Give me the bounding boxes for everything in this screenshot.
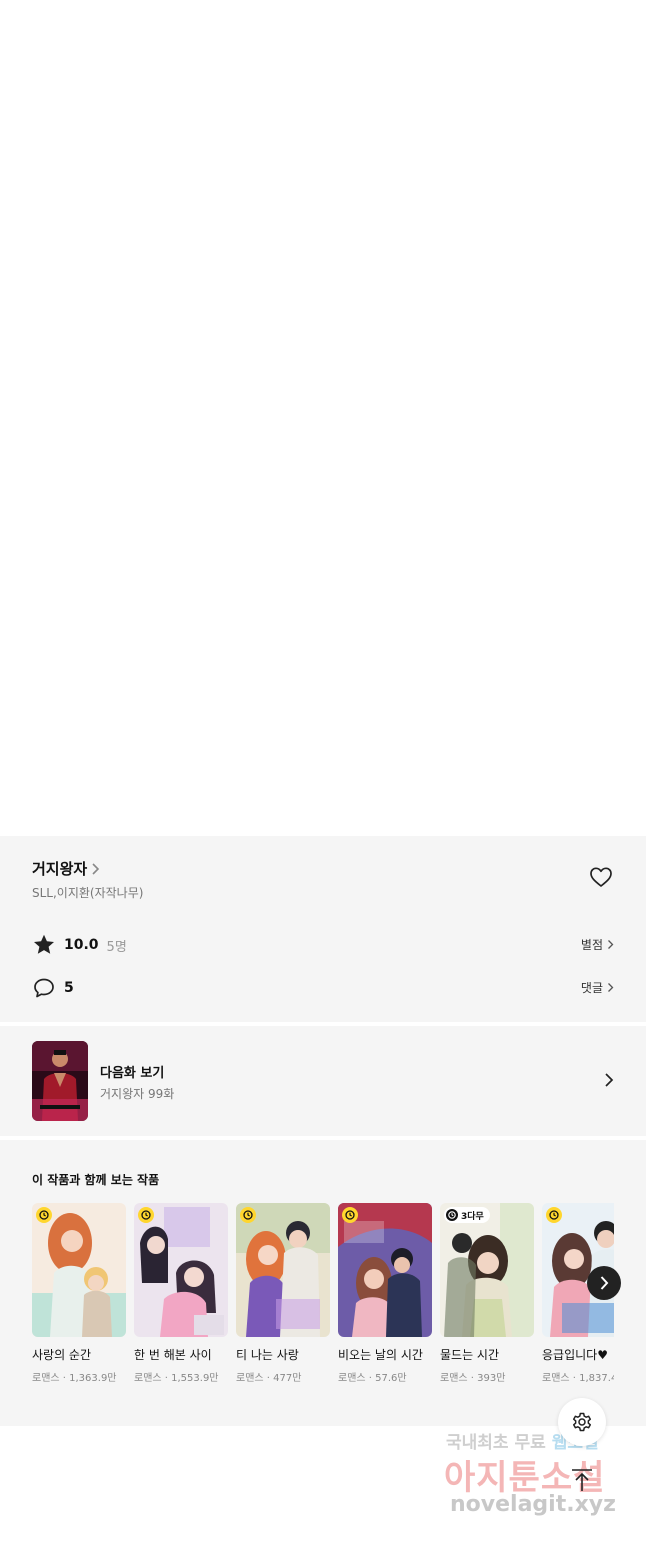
site-watermark: 국내최초 무료 웹소설 아지툰소설 novelagit.xyz — [440, 1428, 630, 1528]
waitfree-badge-label: 3다무 — [461, 1211, 484, 1222]
gear-icon — [572, 1412, 592, 1432]
recommendation-title: 응급입니다♥ — [542, 1348, 608, 1362]
episode-content-area — [0, 0, 646, 836]
next-episode-row[interactable]: 다음화 보기 거지왕자 99화 — [0, 1026, 646, 1136]
recommendations-heading: 이 작품과 함께 보는 작품 — [32, 1173, 160, 1187]
settings-button[interactable] — [558, 1398, 606, 1446]
rating-link-label: 별점 — [580, 938, 603, 952]
chevron-right-icon — [608, 940, 614, 949]
comments-link-label: 댓글 — [580, 981, 603, 995]
work-title: 거지왕자 — [32, 860, 88, 878]
clock-icon — [342, 1207, 358, 1223]
watermark-url: novelagit.xyz — [450, 1492, 616, 1517]
rating-score: 10.0 — [64, 937, 99, 953]
recommendation-cover — [134, 1203, 228, 1337]
clock-icon — [138, 1207, 154, 1223]
clock-icon — [446, 1209, 458, 1221]
recommendation-card[interactable]: 비오는 날의 시간 로맨스 · 57.6만 — [338, 1203, 432, 1384]
recommendation-meta: 로맨스 · 393만 — [440, 1373, 506, 1384]
comments-row: 5 댓글 — [32, 975, 614, 1001]
work-info-panel: 거지왕자 SLL,이지환(자작나무) 10.0 5명 별점 5 댓글 — [0, 836, 646, 1022]
chevron-right-icon — [608, 983, 614, 992]
rating-count: 5명 — [106, 939, 127, 955]
star-icon — [34, 934, 54, 954]
chevron-right-icon — [605, 1073, 614, 1087]
recommendation-title: 티 나는 사랑 — [236, 1348, 299, 1362]
recommendation-cover: 3다무 — [440, 1203, 534, 1337]
recommendation-meta: 로맨스 · 57.6만 — [338, 1373, 407, 1384]
speech-bubble-icon — [34, 978, 54, 998]
recommendation-title: 한 번 해본 사이 — [134, 1348, 212, 1362]
recommendation-title: 사랑의 순간 — [32, 1348, 92, 1362]
heart-outline-icon[interactable] — [589, 866, 613, 888]
next-episode-label: 다음화 보기 — [100, 1066, 165, 1081]
chevron-right-icon — [600, 1276, 609, 1290]
recommendations-section: 이 작품과 함께 보는 작품 사랑의 순간 로맨스 · 1,363.9만 한 번… — [0, 1140, 646, 1426]
chevron-right-icon — [92, 862, 100, 875]
arrow-up-to-top-icon — [572, 1469, 592, 1491]
waitfree-badge: 3다무 — [444, 1207, 490, 1223]
next-episode-thumbnail — [32, 1041, 88, 1121]
recommendation-cover — [338, 1203, 432, 1337]
clock-icon — [36, 1207, 52, 1223]
recommendation-card[interactable]: 한 번 해본 사이 로맨스 · 1,553.9만 — [134, 1203, 228, 1384]
carousel-next-button[interactable] — [587, 1266, 621, 1300]
clock-icon — [240, 1207, 256, 1223]
recommendation-cover — [32, 1203, 126, 1337]
recommendation-title: 물드는 시간 — [440, 1348, 500, 1362]
recommendations-carousel[interactable]: 사랑의 순간 로맨스 · 1,363.9만 한 번 해본 사이 로맨스 · 1,… — [32, 1203, 614, 1393]
recommendation-card[interactable]: 티 나는 사랑 로맨스 · 477만 — [236, 1203, 330, 1384]
recommendation-meta: 로맨스 · 1,363.9만 — [32, 1373, 117, 1384]
recommendation-title: 비오는 날의 시간 — [338, 1348, 423, 1362]
rating-link[interactable]: 별점 — [581, 936, 614, 953]
rating-row: 10.0 5명 별점 — [32, 932, 614, 958]
work-title-link[interactable]: 거지왕자 — [32, 858, 100, 879]
comments-count: 5 — [64, 980, 74, 996]
next-episode-subtitle: 거지왕자 99화 — [100, 1087, 175, 1101]
clock-icon — [546, 1207, 562, 1223]
recommendation-meta: 로맨스 · 477만 — [236, 1373, 302, 1384]
recommendation-meta: 로맨스 · 1,553.9만 — [134, 1373, 219, 1384]
recommendation-cover — [236, 1203, 330, 1337]
work-authors: SLL,이지환(자작나무) — [32, 886, 144, 900]
recommendation-meta: 로맨스 · 1,837.4 — [542, 1373, 614, 1384]
recommendation-card[interactable]: 사랑의 순간 로맨스 · 1,363.9만 — [32, 1203, 126, 1384]
recommendation-card[interactable]: 3다무 물드는 시간 로맨스 · 393만 — [440, 1203, 534, 1384]
scroll-to-top-button[interactable] — [568, 1466, 596, 1494]
comments-link[interactable]: 댓글 — [581, 979, 614, 996]
